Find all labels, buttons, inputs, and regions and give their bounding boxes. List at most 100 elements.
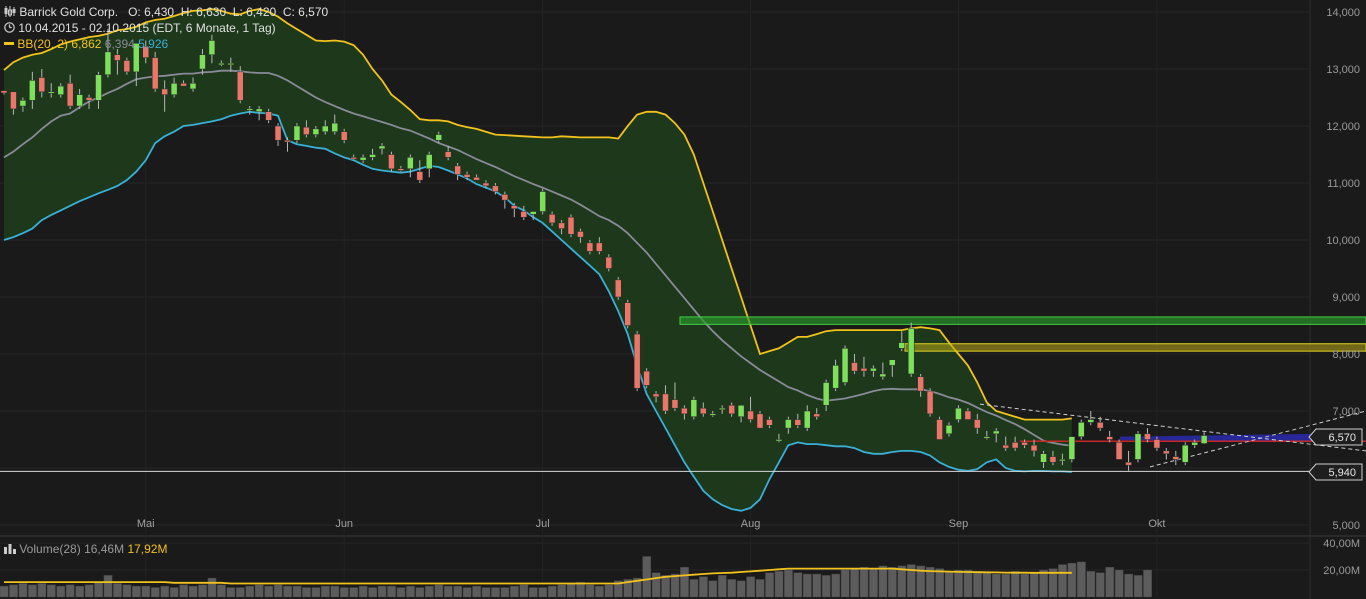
- candle-body: [10, 92, 16, 109]
- volume-bar: [1040, 570, 1048, 597]
- candle-body: [748, 411, 754, 420]
- volume-bar: [227, 588, 235, 597]
- candle-body: [162, 89, 168, 95]
- candle-body: [1163, 451, 1169, 454]
- volume-bar: [1096, 573, 1104, 597]
- clock-icon: [4, 22, 15, 33]
- candle-body: [303, 127, 309, 134]
- candle-body: [322, 126, 328, 132]
- volume-bars-icon: [4, 543, 16, 554]
- volume-avg-value: 17,92M: [127, 542, 167, 556]
- price-tick-label: 5,000: [1332, 520, 1360, 532]
- candle-body: [710, 414, 716, 416]
- candle-body: [1154, 440, 1160, 449]
- candle-body: [568, 217, 574, 234]
- price-tick-label: 8,000: [1332, 349, 1360, 361]
- candle-body: [880, 374, 886, 377]
- volume-bar: [340, 588, 348, 597]
- candle-body: [908, 328, 914, 374]
- volume-bar: [1106, 567, 1114, 597]
- candle-body: [1041, 454, 1047, 463]
- price-tick-label: 10,000: [1326, 235, 1360, 247]
- volume-bar: [1087, 571, 1095, 597]
- volume-bar: [1143, 570, 1151, 597]
- volume-bar: [416, 588, 424, 597]
- volume-bar: [803, 574, 811, 597]
- month-label: Aug: [741, 518, 761, 530]
- volume-bar: [671, 574, 679, 597]
- volume-label: Volume(28): [19, 542, 80, 556]
- volume-bar: [321, 586, 329, 597]
- volume-bar: [605, 585, 613, 597]
- volume-bar: [1125, 574, 1133, 597]
- volume-bar: [76, 586, 84, 597]
- candle-body: [852, 363, 858, 372]
- price-chart[interactable]: 14,00013,00012,00011,00010,0009,0008,000…: [0, 0, 1366, 599]
- volume-bar: [151, 588, 159, 597]
- volume-bar: [387, 586, 395, 597]
- candle-body: [795, 420, 801, 426]
- candle-body: [870, 368, 876, 371]
- volume-bar: [208, 578, 216, 597]
- volume-bar: [737, 581, 745, 597]
- volume-bar: [397, 588, 405, 597]
- candle-body: [1050, 457, 1056, 463]
- volume-bar: [255, 585, 263, 597]
- candle-body: [190, 83, 196, 89]
- volume-bar: [47, 585, 55, 597]
- candlestick-icon: [4, 6, 16, 17]
- candle-body: [559, 223, 565, 229]
- month-label: Jul: [536, 518, 550, 530]
- volume-bar: [973, 571, 981, 597]
- volume-bar: [444, 586, 452, 597]
- candle-body: [842, 348, 848, 382]
- candle-body: [955, 408, 961, 419]
- volume-bar: [1021, 574, 1029, 597]
- volume-bar: [180, 585, 188, 597]
- candle-body: [171, 83, 177, 94]
- candle-body: [39, 78, 45, 92]
- bb-mid-value: 6,394: [105, 37, 135, 51]
- candle-body: [285, 140, 291, 142]
- last-price-tag-text: 6,570: [1328, 432, 1356, 444]
- line-price-tag-text: 5,940: [1328, 467, 1356, 479]
- candle-body: [1022, 442, 1028, 445]
- candle-body: [540, 192, 546, 212]
- volume-bar: [359, 586, 367, 597]
- volume-bar: [189, 586, 197, 597]
- volume-bar: [246, 586, 254, 597]
- volume-bar: [161, 586, 169, 597]
- volume-bar: [198, 585, 206, 597]
- candle-body: [823, 383, 829, 406]
- candle-body: [946, 425, 952, 434]
- volume-header: Volume(28) 16,46M 17,92M: [4, 541, 167, 557]
- volume-bar: [954, 570, 962, 597]
- volume-bar: [104, 575, 112, 597]
- volume-tick-label: 40,00M: [1323, 538, 1360, 550]
- candle-body: [1097, 422, 1103, 428]
- volume-bar: [302, 588, 310, 597]
- volume-bar: [19, 584, 27, 598]
- candle-body: [48, 92, 54, 94]
- candle-body: [209, 41, 215, 55]
- candle-body: [426, 155, 432, 169]
- candle-body: [407, 157, 413, 168]
- candle-body: [974, 420, 980, 429]
- candle-body: [388, 155, 394, 169]
- candle-body: [417, 172, 423, 181]
- candle-body: [899, 343, 905, 349]
- candle-body: [332, 123, 338, 132]
- volume-bar: [454, 586, 462, 597]
- ohlc-values: O: 6,430 H: 6,630 L: 6,420 C: 6,570: [128, 5, 328, 19]
- volume-bar: [841, 570, 849, 597]
- candle-body: [20, 100, 26, 106]
- candle-body: [577, 231, 583, 237]
- volume-bar: [699, 577, 707, 597]
- candle-body: [1116, 442, 1122, 459]
- candle-body: [1012, 442, 1018, 448]
- volume-bar: [728, 579, 736, 597]
- bb-lower-value: 5,926: [138, 37, 168, 51]
- volume-bar: [1058, 565, 1066, 597]
- volume-bar: [369, 588, 377, 597]
- volume-bar: [113, 584, 121, 598]
